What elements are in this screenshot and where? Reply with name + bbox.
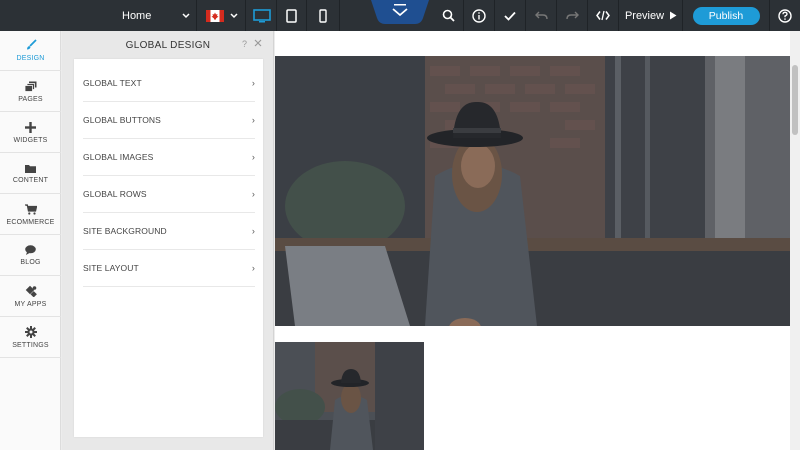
menu-item-global-images[interactable]: GLOBAL IMAGES › xyxy=(83,139,255,176)
puzzle-icon xyxy=(25,285,37,297)
search-icon xyxy=(442,9,455,22)
chevron-right-icon: › xyxy=(251,115,255,125)
sidebar-item-pages[interactable]: PAGES xyxy=(0,72,61,112)
language-select[interactable] xyxy=(198,0,246,31)
redo-button[interactable] xyxy=(557,0,588,31)
sidebar-item-label: WIDGETS xyxy=(13,136,48,144)
device-tablet-button[interactable] xyxy=(277,0,307,31)
play-icon xyxy=(670,11,677,20)
pages-icon xyxy=(24,81,36,92)
sidebar-item-settings[interactable]: SETTINGS xyxy=(0,318,61,358)
chevron-right-icon: › xyxy=(251,78,255,88)
undo-icon xyxy=(534,11,548,20)
menu-item-label: GLOBAL IMAGES xyxy=(83,152,154,162)
search-button[interactable] xyxy=(433,0,464,31)
top-toolbar: Home Preview Publish xyxy=(0,0,800,31)
sidebar-item-label: ECOMMERCE xyxy=(6,218,55,226)
editor-dropdown-toggle[interactable] xyxy=(371,0,429,24)
sidebar-item-label: SETTINGS xyxy=(12,342,49,349)
chevron-right-icon: › xyxy=(251,189,255,199)
help-icon xyxy=(778,8,792,23)
sidebar-item-my-apps[interactable]: MY APPS xyxy=(0,277,61,317)
gear-icon xyxy=(24,326,37,338)
help-button[interactable] xyxy=(769,0,800,31)
scrollbar-thumb[interactable] xyxy=(792,65,798,135)
sidebar-nav: DESIGN PAGES WIDGETS CONTENT ECOMMERCE B… xyxy=(0,31,61,450)
site-preview-canvas[interactable] xyxy=(275,31,790,450)
publish-area: Publish xyxy=(684,0,768,31)
preview-label: Preview xyxy=(624,9,665,22)
chat-bubble-icon xyxy=(25,245,36,255)
hero-image[interactable] xyxy=(275,56,790,326)
menu-item-global-buttons[interactable]: GLOBAL BUTTONS › xyxy=(83,102,255,139)
device-desktop-button[interactable] xyxy=(247,0,277,31)
chevron-right-icon: › xyxy=(251,263,255,273)
panel-help-button[interactable]: ? xyxy=(242,39,247,49)
menu-item-label: SITE BACKGROUND xyxy=(83,226,167,236)
sidebar-item-label: MY APPS xyxy=(14,301,47,308)
undo-button[interactable] xyxy=(526,0,557,31)
checkmark-icon xyxy=(504,11,516,21)
desktop-icon xyxy=(252,8,271,22)
hero-photo xyxy=(275,56,790,326)
page-select-value: Home xyxy=(122,9,152,22)
menu-item-site-background[interactable]: SITE BACKGROUND › xyxy=(83,213,255,250)
redo-icon xyxy=(565,11,579,20)
info-button[interactable] xyxy=(464,0,495,31)
menu-item-label: GLOBAL BUTTONS xyxy=(83,115,161,125)
developer-code-button[interactable] xyxy=(588,0,619,31)
mobile-icon xyxy=(319,8,327,23)
canada-flag-icon xyxy=(205,9,224,22)
menu-item-site-layout[interactable]: SITE LAYOUT › xyxy=(83,250,255,287)
page-select[interactable]: Home xyxy=(116,0,197,31)
panel-menu: GLOBAL TEXT › GLOBAL BUTTONS › GLOBAL IM… xyxy=(74,59,263,437)
sidebar-item-label: PAGES xyxy=(18,95,43,103)
thumbnail-photo xyxy=(275,342,424,450)
publish-button[interactable]: Publish xyxy=(692,6,760,25)
tablet-icon xyxy=(286,8,297,23)
preview-button[interactable]: Preview xyxy=(620,0,683,31)
menu-item-label: SITE LAYOUT xyxy=(83,263,139,273)
chevron-right-icon: › xyxy=(251,152,255,162)
chevron-right-icon: › xyxy=(251,226,255,236)
sidebar-item-blog[interactable]: BLOG xyxy=(0,236,61,276)
brush-icon xyxy=(26,39,37,50)
thumbnail-image[interactable] xyxy=(275,342,424,450)
sidebar-item-label: CONTENT xyxy=(12,176,49,184)
device-mobile-button[interactable] xyxy=(307,0,340,31)
menu-item-global-text[interactable]: GLOBAL TEXT › xyxy=(83,65,255,102)
chevron-down-icon xyxy=(229,12,238,18)
sidebar-item-design[interactable]: DESIGN xyxy=(0,31,61,71)
close-icon xyxy=(254,39,262,47)
sidebar-item-label: DESIGN xyxy=(16,55,45,62)
checklist-button[interactable] xyxy=(495,0,526,31)
sidebar-item-ecommerce[interactable]: ECOMMERCE xyxy=(0,195,61,235)
sidebar-item-content[interactable]: CONTENT xyxy=(0,154,61,194)
panel-close-button[interactable] xyxy=(254,38,262,50)
plus-icon xyxy=(25,121,36,133)
folder-icon xyxy=(25,164,36,173)
menu-item-label: GLOBAL TEXT xyxy=(83,78,142,88)
chevron-down-icon xyxy=(371,0,429,24)
code-icon xyxy=(596,10,610,21)
menu-item-label: GLOBAL ROWS xyxy=(83,189,147,199)
info-icon xyxy=(472,8,486,23)
canvas-scrollbar[interactable] xyxy=(790,31,800,450)
sidebar-item-widgets[interactable]: WIDGETS xyxy=(0,113,61,153)
global-design-panel: GLOBAL DESIGN ? GLOBAL TEXT › GLOBAL BUT… xyxy=(62,31,274,450)
menu-item-global-rows[interactable]: GLOBAL ROWS › xyxy=(83,176,255,213)
sidebar-item-label: BLOG xyxy=(20,259,41,266)
chevron-down-icon xyxy=(182,12,190,18)
cart-icon xyxy=(24,203,37,215)
